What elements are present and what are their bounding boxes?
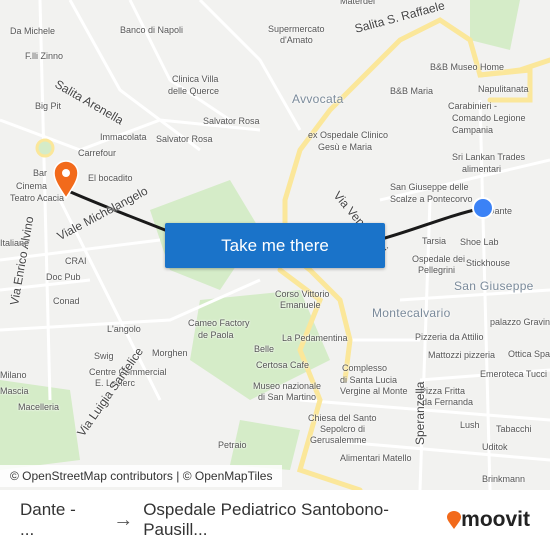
map-label: Museo nazionale: [253, 381, 322, 391]
map-label: Carrefour: [78, 148, 117, 158]
map-label: Brinkmann: [482, 474, 526, 484]
map-label: Clinica Villa: [172, 74, 219, 84]
map-label: Supermercato: [268, 24, 325, 34]
map-label: El bocadito: [88, 173, 133, 183]
map-label: Bar: [33, 168, 48, 178]
map-label: delle Querce: [168, 86, 220, 96]
map-label: Stickhouse: [466, 258, 511, 268]
map-label: Big Pit: [35, 101, 62, 111]
map-label: B&B Maria: [390, 86, 434, 96]
map-label: B&B Museo Home: [430, 62, 505, 72]
map-label: Avvocata: [292, 92, 344, 106]
map-label: Ottica Spa: [508, 349, 550, 359]
map-label: Corso Vittorio: [275, 289, 330, 299]
map-label: Gerusalemme: [310, 435, 367, 445]
map-label: La Pedamentina: [282, 333, 348, 343]
map-label: di Santa Lucia: [340, 375, 398, 385]
map-label: Milano: [0, 370, 27, 380]
map-label: Sri Lankan Trades: [452, 152, 526, 162]
map-label: Scalze a Pontecorvo: [390, 194, 473, 204]
map-label: San Giuseppe delle: [390, 182, 469, 192]
map-label: Sepolcro di: [320, 424, 366, 434]
map-label: Pizzeria da Attilio: [415, 332, 484, 342]
moovit-pin-icon: [447, 511, 462, 529]
map-label: Gesù e Maria: [318, 142, 373, 152]
map-label: ex Ospedale Clinico: [308, 130, 389, 140]
map-label: Shoe Lab: [460, 237, 499, 247]
map-label: CRAI: [65, 256, 87, 266]
map-label: Chiesa del Santo: [308, 413, 377, 423]
map-label: Banco di Napoli: [120, 25, 184, 35]
map[interactable]: Materdei Salita S. Raffaele Banco di Napol…: [0, 0, 550, 490]
route-footer: Dante - ... → Ospedale Pediatrico Santob…: [0, 490, 550, 550]
map-label: Emanuele: [280, 300, 321, 310]
destination-label: Ospedale Pediatrico Santobono-Pausill...: [143, 500, 389, 539]
map-label: palazzo Gravina: [490, 317, 550, 327]
map-label: Certosa Cafe: [256, 360, 310, 370]
map-label: Ospedale dei: [412, 254, 466, 264]
map-label: Cameo Factory: [188, 318, 250, 328]
map-label: Conad: [53, 296, 80, 306]
map-label: Cinema: [16, 181, 48, 191]
moovit-logo: moovit: [447, 508, 530, 532]
map-label: Petraio: [218, 440, 247, 450]
map-label: Tabacchi: [496, 424, 532, 434]
map-label: Alimentari Matello: [340, 453, 412, 463]
map-label: San Giuseppe: [454, 279, 534, 293]
map-label: alimentari: [462, 164, 502, 174]
map-label: Dante: [488, 206, 513, 216]
map-label: Mattozzi pizzeria: [428, 350, 496, 360]
map-label: L'angolo: [107, 324, 141, 334]
origin-label: Dante - ...: [20, 500, 76, 539]
map-label: Belle: [254, 344, 275, 354]
map-label: Campania: [452, 125, 494, 135]
map-label: Italiane: [0, 238, 30, 248]
map-attribution[interactable]: © OpenStreetMap contributors | © OpenMap…: [0, 465, 283, 487]
map-label: Speranzella: [413, 381, 427, 445]
map-label: Doc Pub: [46, 272, 81, 282]
map-label: Teatro Acacia: [10, 193, 65, 203]
map-label: Immacolata: [100, 132, 147, 142]
park-area: [470, 0, 520, 50]
map-label: Uditok: [482, 442, 508, 452]
map-label: F.lli Zinno: [25, 51, 64, 61]
map-label: Mascia: [0, 386, 29, 396]
map-label: Vergine al Monte: [340, 386, 408, 396]
take-me-there-button[interactable]: Take me there: [165, 223, 385, 268]
map-label: Macelleria: [18, 402, 60, 412]
map-label: Napulitanata: [478, 84, 529, 94]
map-label: de Paola: [198, 330, 234, 340]
map-label: d'Amato: [280, 35, 313, 45]
map-label: Tarsia: [422, 236, 447, 246]
arrow-right-icon: →: [113, 508, 134, 531]
map-label: Lush: [460, 420, 480, 430]
map-label: Complesso: [342, 363, 388, 373]
map-label: Pellegrini: [418, 265, 456, 275]
map-label: Salvator Rosa: [156, 134, 213, 144]
map-label: Salvator Rosa: [203, 116, 260, 126]
map-label: Comando Legione: [452, 113, 526, 123]
map-label: da Fernanda: [422, 397, 474, 407]
map-label: Swig: [94, 351, 114, 361]
map-label: Emeroteca Tucci: [480, 369, 548, 379]
map-label: Carabinieri -: [448, 101, 498, 111]
map-label: Montecalvario: [372, 306, 451, 320]
map-label: Morghen: [152, 348, 188, 358]
map-label: Materdei: [340, 0, 376, 6]
map-label: di San Martino: [258, 392, 317, 402]
map-label: Da Michele: [10, 26, 56, 36]
